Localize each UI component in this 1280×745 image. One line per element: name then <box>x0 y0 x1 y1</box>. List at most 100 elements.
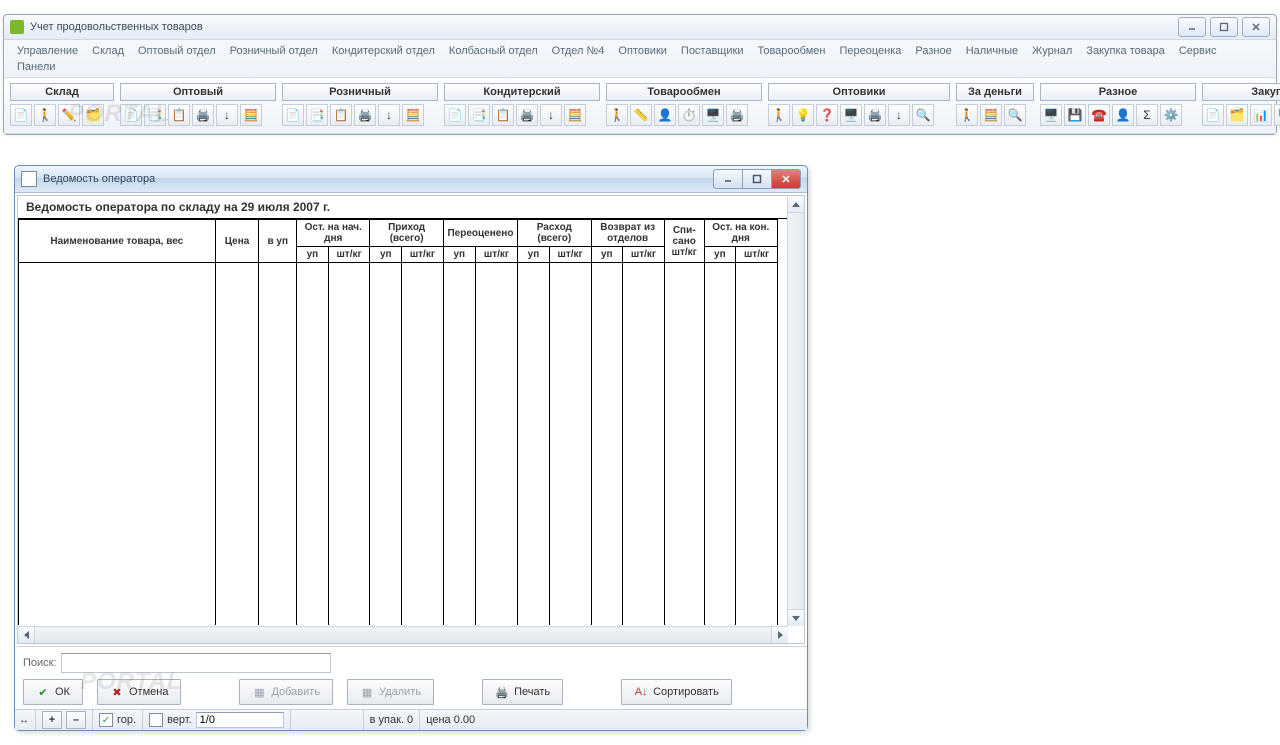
main-minimize-button[interactable] <box>1178 17 1206 37</box>
toolbar-group-label[interactable]: За деньги <box>956 83 1034 101</box>
toolbar-icon[interactable]: 🔍 <box>912 104 934 126</box>
toolbar-icon[interactable]: 📊 <box>1250 104 1272 126</box>
sub-up[interactable]: уп <box>704 247 736 263</box>
toolbar-icon[interactable]: 💾 <box>1064 104 1086 126</box>
delete-button[interactable]: ▦ Удалить <box>347 679 434 705</box>
sub-up[interactable]: уп <box>443 247 475 263</box>
menu-item-0[interactable]: Управление <box>10 43 85 59</box>
toolbar-icon[interactable]: 🧮 <box>564 104 586 126</box>
menu-item-16[interactable]: Панели <box>10 59 62 75</box>
toolbar-group-label[interactable]: Склад <box>10 83 114 101</box>
toolbar-icon[interactable]: 📄 <box>444 104 466 126</box>
sub-kg[interactable]: шт/кг <box>402 247 444 263</box>
scroll-track[interactable] <box>788 213 804 609</box>
sort-button[interactable]: A↓ Сортировать <box>621 679 732 705</box>
scroll-down-button[interactable] <box>788 609 804 626</box>
main-close-button[interactable] <box>1242 17 1270 37</box>
sub-kg[interactable]: шт/кг <box>623 247 665 263</box>
toolbar-icon[interactable]: ❓ <box>816 104 838 126</box>
toolbar-icon[interactable]: 🔍 <box>1004 104 1026 126</box>
menu-item-15[interactable]: Сервис <box>1172 43 1224 59</box>
main-maximize-button[interactable] <box>1210 17 1238 37</box>
col-expense[interactable]: Расход (всего) <box>518 220 591 247</box>
sub-kg[interactable]: шт/кг <box>736 247 778 263</box>
minus-button[interactable]: – <box>66 711 86 729</box>
toolbar-icon[interactable]: Σ <box>1136 104 1158 126</box>
col-price[interactable]: Цена <box>215 220 259 263</box>
child-maximize-button[interactable] <box>743 169 772 189</box>
vertical-scrollbar[interactable] <box>787 196 804 626</box>
toolbar-group-label[interactable]: Товарообмен <box>606 83 762 101</box>
toolbar-icon[interactable]: 🗂️ <box>82 104 104 126</box>
menu-item-14[interactable]: Закупка товара <box>1079 43 1172 59</box>
cancel-button[interactable]: ✖ Отмена <box>97 679 181 705</box>
menu-item-13[interactable]: Журнал <box>1025 43 1079 59</box>
sub-kg[interactable]: шт/кг <box>328 247 370 263</box>
menu-item-10[interactable]: Переоценка <box>832 43 908 59</box>
toolbar-icon[interactable]: 🧮 <box>402 104 424 126</box>
toolbar-icon[interactable]: ↓ <box>540 104 562 126</box>
toolbar-icon[interactable]: ✏️ <box>58 104 80 126</box>
resize-icon[interactable]: ↔ <box>19 715 29 726</box>
toolbar-icon[interactable]: ↓ <box>378 104 400 126</box>
col-reval[interactable]: Переоценено <box>443 220 517 247</box>
main-titlebar[interactable]: Учет продовольственных товаров <box>4 15 1276 40</box>
toolbar-icon[interactable]: ↓ <box>216 104 238 126</box>
toolbar-group-label[interactable]: Разное <box>1040 83 1196 101</box>
toolbar-icon[interactable]: 📄 <box>1202 104 1224 126</box>
toolbar-group-label[interactable]: Кондитерский <box>444 83 600 101</box>
print-button[interactable]: 🖨️ Печать <box>482 679 563 705</box>
toolbar-icon[interactable]: 🗂️ <box>1226 104 1248 126</box>
sub-up[interactable]: уп <box>370 247 402 263</box>
plus-button[interactable]: + <box>42 711 62 729</box>
toolbar-icon[interactable]: 👤 <box>1112 104 1134 126</box>
toolbar-icon[interactable]: 💡 <box>792 104 814 126</box>
col-income[interactable]: Приход (всего) <box>370 220 443 247</box>
toolbar-icon[interactable]: 📑 <box>144 104 166 126</box>
horizontal-scrollbar[interactable] <box>18 626 788 643</box>
menu-item-4[interactable]: Кондитерский отдел <box>325 43 442 59</box>
menu-item-5[interactable]: Колбасный отдел <box>442 43 545 59</box>
toolbar-icon[interactable]: ↓ <box>888 104 910 126</box>
scroll-up-button[interactable] <box>788 196 804 213</box>
toolbar-icon[interactable]: 📄 <box>282 104 304 126</box>
table-row[interactable] <box>19 263 778 626</box>
hor-checkbox[interactable] <box>99 713 113 727</box>
menu-item-3[interactable]: Розничный отдел <box>223 43 325 59</box>
toolbar-icon[interactable]: 🖥️ <box>1274 104 1280 126</box>
toolbar-icon[interactable]: 🖥️ <box>702 104 724 126</box>
toolbar-icon[interactable]: 🚶 <box>606 104 628 126</box>
toolbar-icon[interactable]: ☎️ <box>1088 104 1110 126</box>
toolbar-icon[interactable]: 📋 <box>168 104 190 126</box>
scroll-track[interactable] <box>35 627 771 643</box>
toolbar-icon[interactable]: 🖨️ <box>192 104 214 126</box>
sub-kg[interactable]: шт/кг <box>549 247 591 263</box>
toolbar-icon[interactable]: 🚶 <box>956 104 978 126</box>
toolbar-icon[interactable]: ⚙️ <box>1160 104 1182 126</box>
toolbar-icon[interactable]: 📏 <box>630 104 652 126</box>
sub-up[interactable]: уп <box>591 247 623 263</box>
toolbar-icon[interactable]: 📋 <box>492 104 514 126</box>
toolbar-group-label[interactable]: Закупка товара <box>1202 83 1280 101</box>
vert-input[interactable] <box>196 712 284 728</box>
sub-up[interactable]: уп <box>518 247 550 263</box>
toolbar-icon[interactable]: 🧮 <box>240 104 262 126</box>
toolbar-icon[interactable]: 📄 <box>10 104 32 126</box>
toolbar-icon[interactable]: 🖨️ <box>354 104 376 126</box>
child-close-button[interactable] <box>772 169 801 189</box>
col-start-balance[interactable]: Ост. на нач. дня <box>297 220 370 247</box>
toolbar-icon[interactable]: ⏱️ <box>678 104 700 126</box>
toolbar-icon[interactable]: 📑 <box>306 104 328 126</box>
vert-checkbox[interactable] <box>149 713 163 727</box>
col-in-pack[interactable]: в уп <box>259 220 297 263</box>
toolbar-icon[interactable]: 🚶 <box>768 104 790 126</box>
toolbar-icon[interactable]: 🖨️ <box>726 104 748 126</box>
child-titlebar[interactable]: Ведомость оператора <box>15 166 807 193</box>
scroll-left-button[interactable] <box>18 627 35 643</box>
col-end-balance[interactable]: Ост. на кон. дня <box>704 220 777 247</box>
scroll-right-button[interactable] <box>771 627 788 643</box>
menu-item-7[interactable]: Оптовики <box>611 43 674 59</box>
toolbar-icon[interactable]: 🖥️ <box>840 104 862 126</box>
toolbar-group-label[interactable]: Розничный <box>282 83 438 101</box>
col-writeoff[interactable]: Спи-саношт/кг <box>664 220 704 263</box>
